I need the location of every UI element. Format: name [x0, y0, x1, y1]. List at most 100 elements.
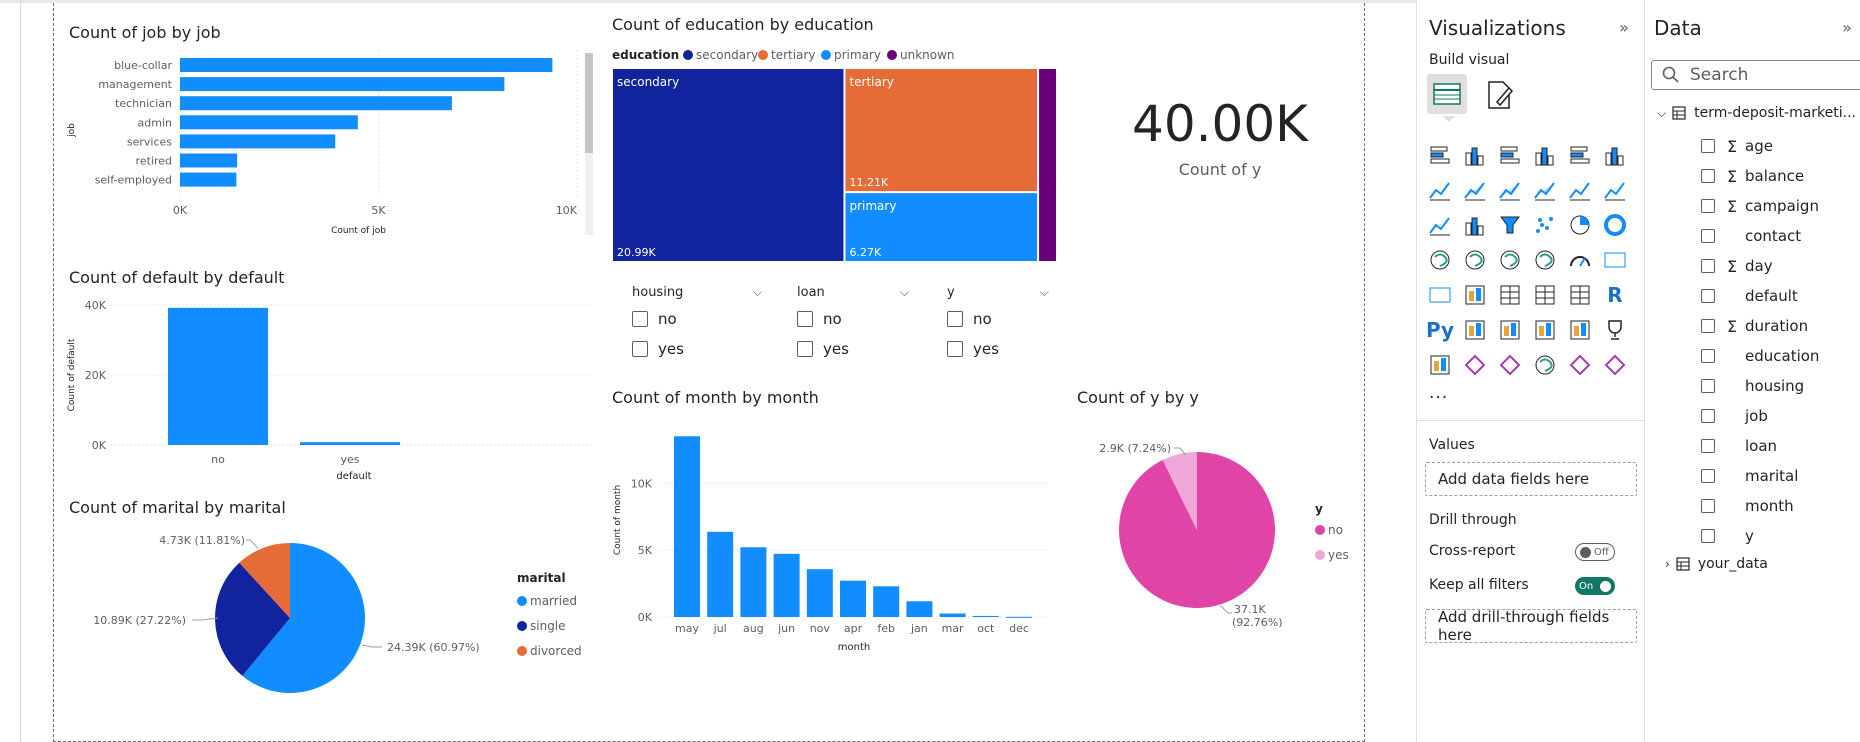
table-node-your-data[interactable]: › your_data	[1665, 556, 1768, 572]
field-balance[interactable]: Σbalance	[1701, 161, 1851, 191]
keep-all-filters-toggle[interactable]: On	[1575, 577, 1615, 595]
filled-map-icon[interactable]	[1497, 247, 1523, 273]
qa-icon[interactable]	[1532, 317, 1558, 343]
r-visual-icon[interactable]: R	[1602, 282, 1628, 308]
values-field-well[interactable]: Add data fields here	[1425, 462, 1637, 496]
field-day[interactable]: Σday	[1701, 251, 1851, 281]
field-campaign[interactable]: Σcampaign	[1701, 191, 1851, 221]
field-checkbox[interactable]	[1701, 259, 1715, 273]
funnel-icon[interactable]	[1497, 212, 1523, 238]
kpi-icon[interactable]	[1462, 282, 1488, 308]
field-age[interactable]: Σage	[1701, 131, 1851, 161]
field-checkbox[interactable]	[1701, 319, 1715, 333]
chevron-apps-icon[interactable]	[1602, 352, 1628, 378]
line-clustered-icon[interactable]	[1602, 177, 1628, 203]
area-chart-icon[interactable]	[1462, 177, 1488, 203]
table-node-term-deposit[interactable]: ⌵ term-deposit-marketi...	[1657, 105, 1856, 121]
field-marital[interactable]: marital	[1701, 461, 1851, 491]
more-apps-icon[interactable]	[1567, 352, 1593, 378]
checkbox-loan-no[interactable]	[797, 311, 813, 327]
chevron-down-icon[interactable]: ⌵	[900, 285, 909, 300]
field-checkbox[interactable]	[1701, 289, 1715, 303]
field-checkbox[interactable]	[1701, 139, 1715, 153]
card-icon[interactable]	[1602, 247, 1628, 273]
build-visual-tab[interactable]	[1427, 74, 1467, 114]
multi-card-icon[interactable]	[1427, 282, 1453, 308]
field-checkbox[interactable]	[1701, 529, 1715, 543]
ribbon-chart-icon[interactable]	[1427, 212, 1453, 238]
collapse-pane-icon[interactable]: »	[1835, 16, 1859, 38]
field-checkbox[interactable]	[1701, 229, 1715, 243]
line-chart-icon[interactable]	[1427, 177, 1453, 203]
python-visual-icon[interactable]: Py	[1426, 317, 1454, 343]
line-column-icon[interactable]	[1567, 177, 1593, 203]
job-bar-chart[interactable]: 0K 5K 10K blue-collar management technician ad…	[62, 44, 592, 266]
field-checkbox[interactable]	[1701, 379, 1715, 393]
field-duration[interactable]: Σduration	[1701, 311, 1851, 341]
field-checkbox[interactable]	[1701, 439, 1715, 453]
checkbox-housing-yes[interactable]	[632, 341, 648, 357]
treemap-icon[interactable]	[1427, 247, 1453, 273]
more-visuals-icon[interactable]: ···	[1429, 388, 1448, 408]
chevron-down-icon[interactable]: ⌵	[1040, 285, 1049, 300]
field-y[interactable]: y	[1701, 521, 1851, 551]
default-bar-chart[interactable]: 0K 20K 40K no yes default Count of default	[62, 290, 592, 485]
data-search-input[interactable]: Search	[1651, 60, 1860, 90]
checkbox-housing-no[interactable]	[632, 311, 648, 327]
map-icon[interactable]	[1462, 247, 1488, 273]
100-bar-icon[interactable]	[1567, 142, 1593, 168]
job-chart-scrollbar[interactable]	[585, 53, 593, 235]
stacked-column-icon[interactable]	[1462, 142, 1488, 168]
format-visual-tab[interactable]	[1483, 78, 1517, 114]
cross-report-toggle[interactable]: Off	[1575, 543, 1615, 561]
field-default[interactable]: default	[1701, 281, 1851, 311]
azure-map-icon[interactable]	[1532, 247, 1558, 273]
drill-through-field-well[interactable]: Add drill-through fields here	[1425, 608, 1637, 644]
field-checkbox[interactable]	[1701, 469, 1715, 483]
clustered-bar-icon[interactable]	[1497, 142, 1523, 168]
marital-pie-chart[interactable]: 24.39K (60.97%) 10.89K (27.22%) 4.73K (11.…	[62, 520, 602, 710]
field-month[interactable]: month	[1701, 491, 1851, 521]
slicer-housing[interactable]: housing ⌵ no yes	[632, 285, 762, 358]
goals-icon[interactable]	[1602, 317, 1628, 343]
decomposition-tree-icon[interactable]	[1497, 317, 1523, 343]
field-checkbox[interactable]	[1701, 169, 1715, 183]
clustered-column-icon[interactable]	[1532, 142, 1558, 168]
month-bar-chart[interactable]: 0K 5K 10K may jul aug jun nov apr feb jan mar oct dec…	[608, 410, 1058, 660]
field-checkbox[interactable]	[1701, 499, 1715, 513]
waterfall-icon[interactable]	[1462, 212, 1488, 238]
scatter-icon[interactable]	[1532, 212, 1558, 238]
field-checkbox[interactable]	[1701, 199, 1715, 213]
field-education[interactable]: education	[1701, 341, 1851, 371]
chevron-down-icon[interactable]: ⌵	[1657, 106, 1666, 121]
pie-icon[interactable]	[1567, 212, 1593, 238]
field-job[interactable]: job	[1701, 401, 1851, 431]
education-treemap[interactable]: education secondary tertiary primary unknown…	[610, 44, 1070, 264]
chevron-down-icon[interactable]: ⌵	[753, 285, 762, 300]
ribbon-area-icon[interactable]	[1532, 177, 1558, 203]
narrative-icon[interactable]	[1567, 317, 1593, 343]
stacked-area-icon[interactable]	[1497, 177, 1523, 203]
field-loan[interactable]: loan	[1701, 431, 1851, 461]
stacked-bar-icon[interactable]	[1427, 142, 1453, 168]
slicer-y[interactable]: y ⌵ no yes	[947, 285, 1049, 358]
field-checkbox[interactable]	[1701, 349, 1715, 363]
field-checkbox[interactable]	[1701, 409, 1715, 423]
shape-map-icon[interactable]	[1532, 352, 1558, 378]
scrollbar-thumb[interactable]	[585, 53, 593, 153]
checkbox-loan-yes[interactable]	[797, 341, 813, 357]
collapse-pane-icon[interactable]: »	[1612, 16, 1636, 38]
power-apps-icon[interactable]	[1497, 352, 1523, 378]
slicer-icon[interactable]	[1497, 282, 1523, 308]
key-influencers-icon[interactable]	[1462, 317, 1488, 343]
checkbox-y-no[interactable]	[947, 311, 963, 327]
gauge-icon[interactable]	[1567, 247, 1593, 273]
chevron-right-icon[interactable]: ›	[1665, 557, 1670, 571]
checkbox-y-yes[interactable]	[947, 341, 963, 357]
field-contact[interactable]: contact	[1701, 221, 1851, 251]
matrix-icon[interactable]	[1567, 282, 1593, 308]
table-icon[interactable]	[1532, 282, 1558, 308]
power-automate-icon[interactable]	[1462, 352, 1488, 378]
donut-icon[interactable]	[1602, 212, 1628, 238]
slicer-loan[interactable]: loan ⌵ no yes	[797, 285, 909, 358]
